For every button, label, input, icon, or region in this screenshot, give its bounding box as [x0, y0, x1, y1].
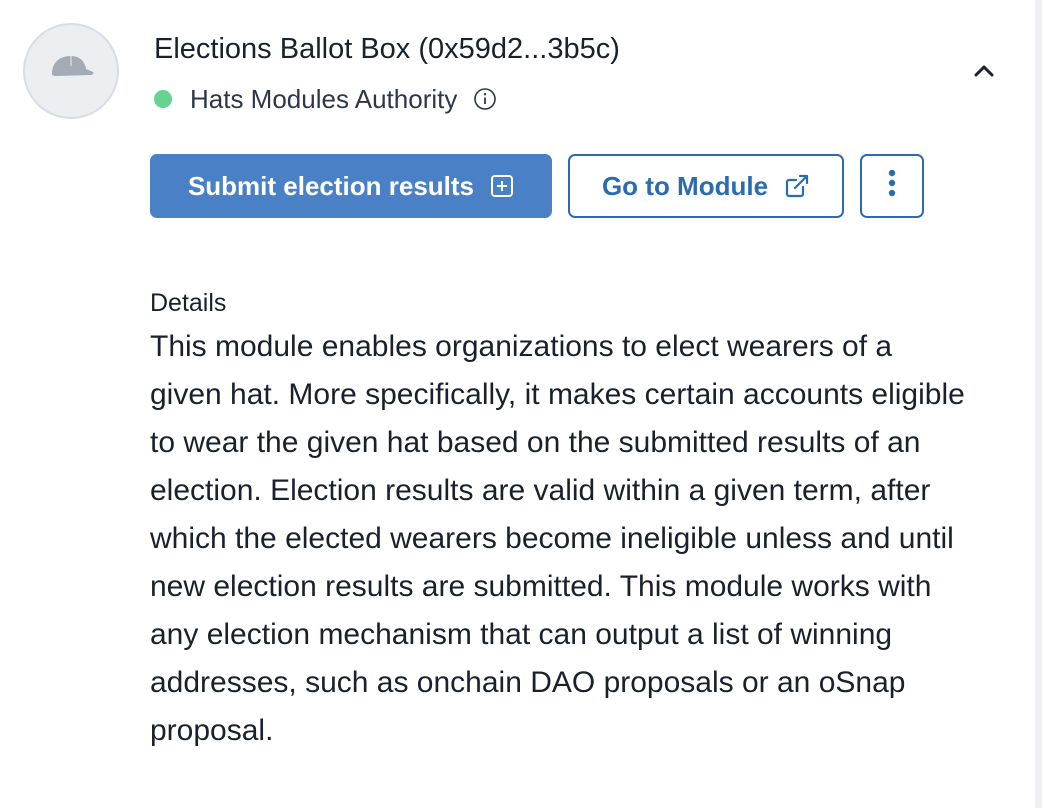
external-link-icon — [784, 173, 810, 199]
module-detail-panel: Elections Ballot Box (0x59d2...3b5c) Hat… — [0, 0, 1042, 808]
info-icon[interactable] — [473, 87, 497, 111]
collapse-button[interactable] — [966, 55, 1002, 91]
submit-election-results-button[interactable]: Submit election results — [150, 154, 552, 218]
submit-button-label: Submit election results — [187, 170, 475, 201]
status-dot — [154, 90, 172, 108]
scroll-edge — [1035, 0, 1042, 808]
authority-row: Hats Modules Authority — [154, 82, 497, 116]
module-avatar — [23, 23, 119, 119]
go-to-module-label: Go to Module — [601, 170, 769, 201]
details-description: This module enables organizations to ele… — [150, 330, 965, 747]
module-title: Elections Ballot Box (0x59d2...3b5c) — [154, 33, 620, 65]
go-to-module-button[interactable]: Go to Module — [568, 154, 844, 218]
authority-label: Hats Modules Authority — [190, 83, 458, 114]
cap-icon — [47, 52, 95, 91]
details-heading: Details — [150, 289, 227, 317]
vertical-dots-icon — [887, 168, 897, 205]
chevron-up-icon — [973, 64, 995, 83]
more-options-button[interactable] — [860, 154, 924, 218]
plus-square-icon — [490, 174, 514, 198]
